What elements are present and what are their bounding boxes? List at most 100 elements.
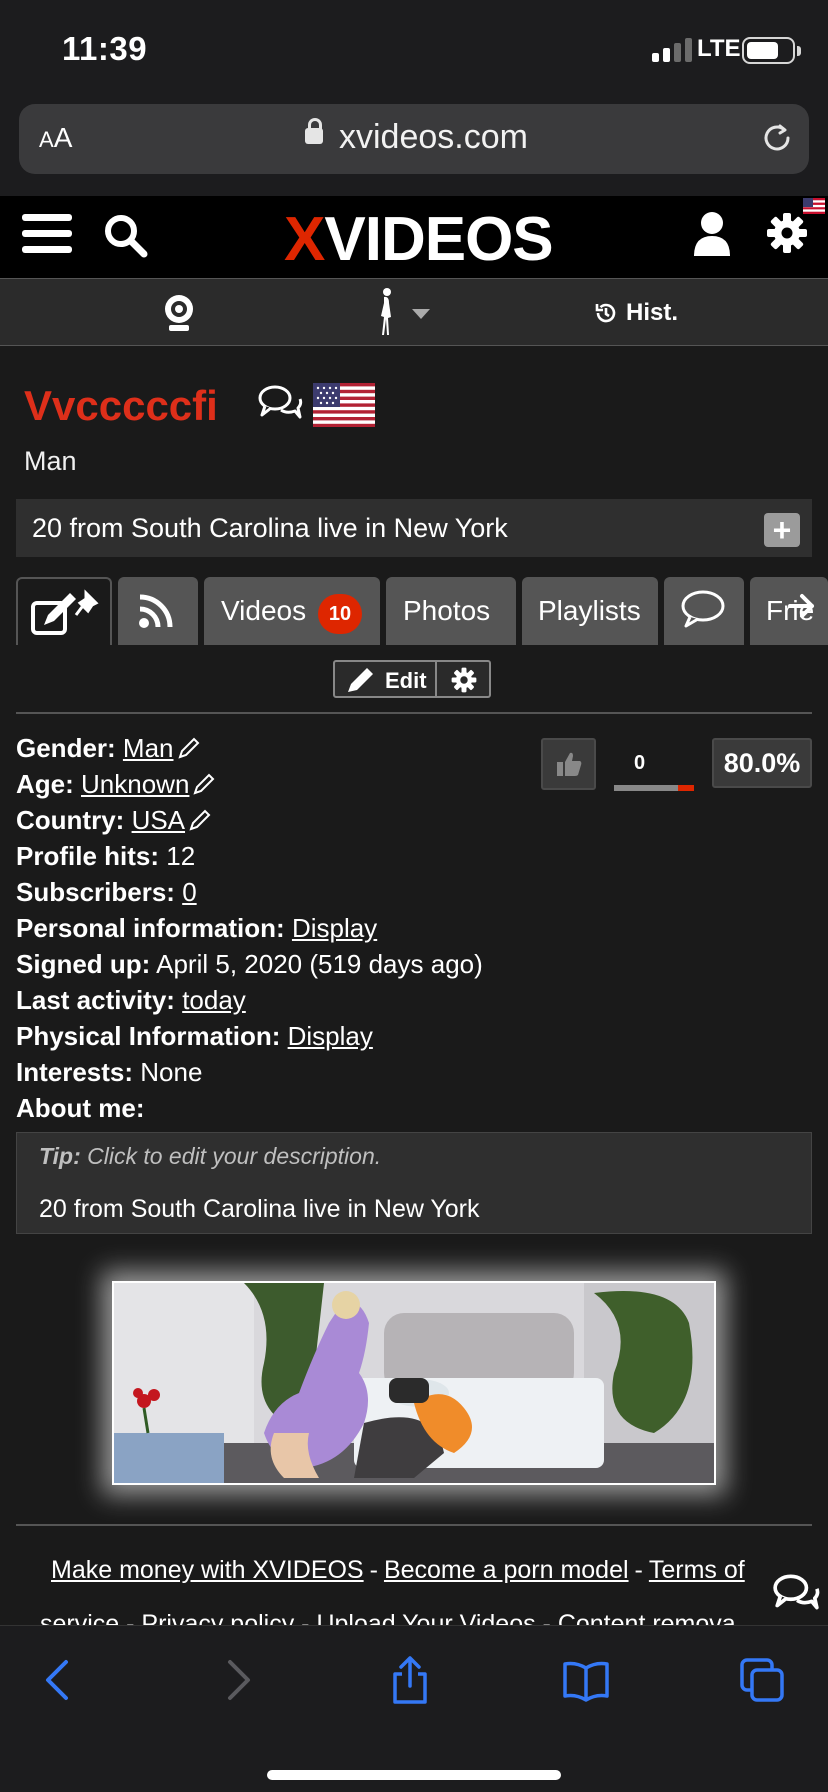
videos-count-badge: 10 [318, 594, 362, 634]
woman-silhouette-icon[interactable] [376, 287, 396, 337]
pencil-icon[interactable] [193, 773, 215, 795]
history-icon [595, 303, 616, 323]
age-value-link[interactable]: Unknown [81, 769, 189, 799]
vote-bar-negative [678, 785, 694, 791]
chevron-down-icon[interactable] [412, 309, 430, 319]
signed-up-value: April 5, 2020 (519 days ago) [156, 949, 483, 979]
detail-last-activity: Last activity: today [16, 985, 536, 1021]
forward-icon[interactable] [212, 1656, 260, 1704]
logo-x: X [284, 205, 325, 274]
floating-chat-button[interactable] [762, 1560, 828, 1626]
share-icon[interactable] [386, 1656, 434, 1704]
tab-friends[interactable]: Frie [750, 577, 828, 645]
search-icon[interactable] [102, 212, 148, 258]
url-text[interactable]: xvideos.com [339, 118, 528, 157]
reload-icon[interactable] [759, 120, 795, 156]
history-label: Hist. [626, 299, 679, 326]
terms-link[interactable]: Terms of [649, 1556, 745, 1584]
lock-icon [305, 118, 323, 144]
speech-bubble-icon [681, 590, 725, 628]
arrow-right-icon[interactable] [788, 593, 816, 619]
text-size-button[interactable]: AA [39, 122, 72, 154]
gear-icon[interactable] [451, 667, 477, 693]
tab-playlists[interactable]: Playlists [522, 577, 658, 645]
tab-videos[interactable]: Videos 10 [204, 577, 380, 645]
hamburger-menu-icon[interactable] [22, 214, 72, 254]
subscribers-value-link[interactable]: 0 [182, 877, 196, 907]
edit-pin-icon [31, 589, 99, 635]
tip-label: Tip: [39, 1143, 81, 1169]
browser-toolbar: AA xvideos.com [0, 98, 828, 196]
tab-messages[interactable] [664, 577, 744, 645]
site-logo[interactable]: XVIDEOS [284, 204, 554, 275]
detail-about-me: About me: [16, 1093, 536, 1129]
gender-label: Gender: [16, 733, 116, 763]
webcam-icon[interactable] [162, 293, 196, 333]
pencil-icon [348, 668, 373, 692]
detail-subscribers: Subscribers: 0 [16, 877, 536, 913]
detail-gender: Gender: Man [16, 733, 536, 769]
address-bar[interactable]: AA xvideos.com [19, 104, 809, 174]
footer-links-row-2[interactable]: service - Privacy policy - Upload Your V… [40, 1610, 736, 1625]
site-header: XVIDEOS [0, 196, 828, 278]
country-label: Country: [16, 805, 125, 835]
make-money-link[interactable]: Make money with XVIDEOS [51, 1556, 364, 1584]
back-icon[interactable] [36, 1656, 84, 1704]
become-model-link[interactable]: Become a porn model [384, 1556, 629, 1584]
pencil-icon[interactable] [189, 809, 211, 831]
edit-button-label: Edit [385, 668, 427, 693]
gender-value-link[interactable]: Man [123, 733, 174, 763]
detail-country: Country: USA [16, 805, 536, 841]
physical-information-label: Physical Information: [16, 1021, 281, 1051]
browser-bottom-toolbar [0, 1625, 828, 1792]
vote-percentage: 80.0% [712, 738, 812, 788]
profile-gender: Man [24, 446, 77, 476]
secondary-nav: Hist. [0, 278, 828, 346]
home-indicator [267, 1770, 561, 1780]
profile-headline-bar: 20 from South Carolina live in New York … [16, 499, 812, 557]
tab-photos[interactable]: Photos [386, 577, 516, 645]
profile-hits-label: Profile hits: [16, 841, 160, 871]
footer-links-row: Make money with XVIDEOS - Become a porn mo… [51, 1556, 745, 1585]
tab-feed[interactable] [118, 577, 198, 645]
physical-information-display-link[interactable]: Display [288, 1021, 373, 1051]
user-icon[interactable] [692, 210, 732, 258]
tab-playlists-label: Playlists [538, 595, 641, 626]
profile-hits-value: 12 [166, 841, 196, 871]
status-bar: 11:39 LTE [0, 0, 828, 98]
us-flag-icon [313, 383, 375, 427]
subscribers-label: Subscribers: [16, 877, 175, 907]
detail-age: Age: Unknown [16, 769, 536, 805]
expand-button[interactable]: + [764, 513, 800, 547]
interests-value: None [140, 1057, 203, 1087]
profile-tabs: Videos 10 Photos Playlists Frie [16, 577, 828, 645]
last-activity-label: Last activity: [16, 985, 175, 1015]
divider [16, 1524, 812, 1526]
gear-icon[interactable] [766, 212, 808, 254]
video-thumbnail[interactable] [112, 1281, 716, 1485]
text-size-small-a: A [39, 127, 54, 152]
thumbs-up-icon [557, 752, 582, 776]
us-flag-icon[interactable] [803, 198, 825, 214]
about-me-label: About me: [16, 1093, 145, 1123]
history-link[interactable]: Hist. [594, 299, 678, 327]
logo-text: VIDEOS [324, 205, 553, 274]
edit-button[interactable]: Edit [335, 662, 437, 696]
vote-count: 0 [634, 752, 646, 774]
detail-interests: Interests: None [16, 1057, 536, 1093]
about-tip: Tip: Click to edit your description. [39, 1143, 381, 1170]
personal-information-display-link[interactable]: Display [292, 913, 377, 943]
tab-edit-profile[interactable] [16, 577, 112, 645]
bookmarks-icon[interactable] [562, 1656, 610, 1704]
network-type: LTE [697, 35, 741, 62]
video-thumbnail-image [114, 1283, 714, 1483]
last-activity-link[interactable]: today [182, 985, 246, 1015]
pencil-icon[interactable] [177, 737, 200, 759]
chat-bubbles-icon[interactable] [257, 384, 303, 422]
profile-details: Gender: Man Age: Unknown Country: USA Pr… [16, 733, 536, 1129]
about-me-box[interactable]: Tip: Click to edit your description. 20 … [16, 1132, 812, 1234]
tab-photos-label: Photos [403, 595, 491, 626]
tabs-icon[interactable] [738, 1656, 786, 1704]
country-value-link[interactable]: USA [132, 805, 185, 835]
thumbs-up-button[interactable] [541, 738, 596, 790]
